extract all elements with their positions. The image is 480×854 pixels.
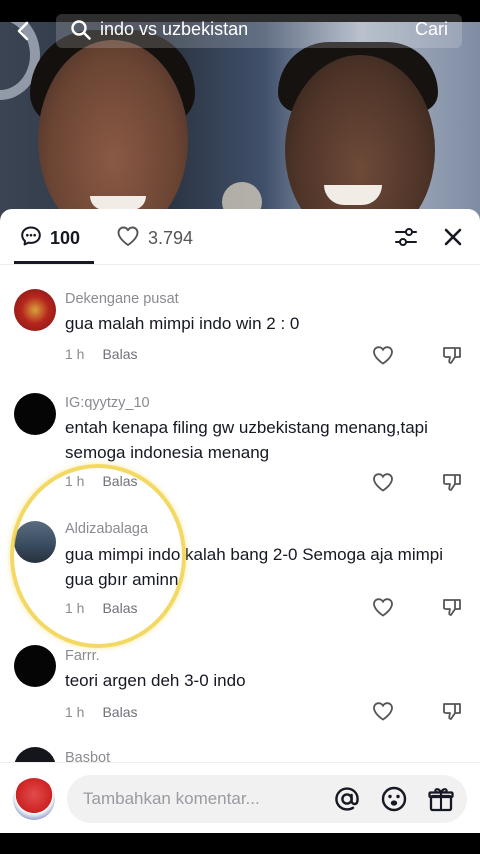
dislike-icon[interactable] bbox=[441, 597, 463, 617]
like-heart-icon[interactable] bbox=[372, 597, 394, 617]
comment-meta: 1 h Balas bbox=[65, 346, 138, 362]
comment-count: 100 bbox=[50, 227, 81, 248]
comment-time: 1 h bbox=[65, 346, 85, 362]
dislike-icon[interactable] bbox=[441, 701, 463, 721]
reply-button[interactable]: Balas bbox=[102, 704, 137, 720]
search-row: indo vs uzbekistan Cari bbox=[0, 14, 480, 48]
tab-comments[interactable]: 100 bbox=[20, 225, 80, 251]
my-avatar[interactable] bbox=[13, 778, 55, 820]
highlight-circle bbox=[10, 464, 186, 648]
dislike-icon[interactable] bbox=[441, 472, 463, 492]
comment-username[interactable]: IG:qyytzy_10 bbox=[65, 395, 150, 411]
avatar[interactable] bbox=[14, 393, 56, 435]
avatar[interactable] bbox=[14, 645, 56, 687]
comment-item: Farrr. teori argen deh 3-0 indo 1 h Balas bbox=[0, 645, 480, 735]
tab-likes[interactable]: 3.794 bbox=[116, 225, 193, 251]
comment-username[interactable]: Farrr. bbox=[65, 648, 100, 664]
filter-icon[interactable] bbox=[394, 225, 418, 249]
search-button[interactable]: Cari bbox=[415, 19, 448, 40]
comment-input-pill[interactable] bbox=[67, 775, 467, 823]
comment-time: 1 h bbox=[65, 704, 85, 720]
at-mention-icon[interactable] bbox=[333, 785, 361, 813]
like-heart-icon[interactable] bbox=[372, 472, 394, 492]
comment-username[interactable]: Dekengane pusat bbox=[65, 291, 179, 307]
sheet-header: 100 3.794 bbox=[0, 209, 480, 265]
search-bar[interactable]: indo vs uzbekistan Cari bbox=[56, 14, 462, 48]
avatar[interactable] bbox=[14, 289, 56, 331]
comment-bubble-icon bbox=[20, 225, 42, 252]
comment-meta: 1 h Balas bbox=[65, 704, 138, 720]
back-arrow-icon[interactable] bbox=[12, 19, 36, 43]
like-heart-icon[interactable] bbox=[372, 345, 394, 365]
player-left-smile bbox=[90, 196, 146, 210]
heart-icon bbox=[116, 225, 140, 252]
emoji-icon[interactable] bbox=[380, 785, 408, 813]
like-count: 3.794 bbox=[148, 227, 194, 248]
comments-sheet: 100 3.794 Dekengane pusat gua malah mimp… bbox=[0, 209, 480, 833]
active-tab-indicator bbox=[14, 261, 94, 264]
comment-text: teori argen deh 3-0 indo bbox=[65, 671, 246, 690]
search-query[interactable]: indo vs uzbekistan bbox=[100, 19, 248, 40]
like-heart-icon[interactable] bbox=[372, 701, 394, 721]
close-icon[interactable] bbox=[440, 224, 466, 250]
reply-button[interactable]: Balas bbox=[102, 346, 137, 362]
comment-input[interactable] bbox=[83, 787, 323, 811]
comment-text: entah kenapa filing gw uzbekistang menan… bbox=[65, 418, 428, 462]
gift-icon[interactable] bbox=[427, 785, 455, 813]
dislike-icon[interactable] bbox=[441, 345, 463, 365]
comment-input-bar bbox=[0, 762, 480, 833]
comment-text: gua malah mimpi indo win 2 : 0 bbox=[65, 314, 300, 333]
comment-item: Dekengane pusat gua malah mimpi indo win… bbox=[0, 285, 480, 375]
nav-bar-strip bbox=[0, 833, 480, 854]
search-icon bbox=[70, 19, 92, 41]
